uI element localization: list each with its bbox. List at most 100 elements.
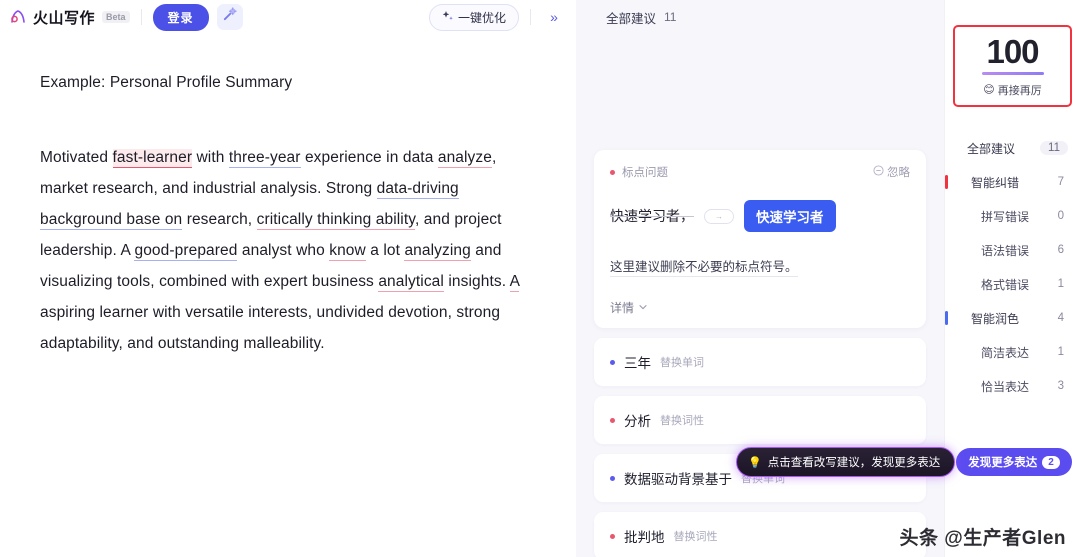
suggestions-panel: 全部建议 11 标点问题 忽略 快速学习者， → 快速学习者 这里建议删除不必要… [576,0,956,557]
document-editor[interactable]: Example: Personal Profile Summary Motiva… [0,34,576,557]
magic-wand-icon [222,7,237,27]
top-toolbar: 火山写作 Beta 登录 一键优化 » [0,0,576,34]
doc-highlight[interactable]: analyzing [404,242,471,261]
suggestion-word: 分析 [624,414,651,429]
category-count: 1 [1057,278,1064,290]
suggestion-list-item[interactable]: 分析 替换词性 [594,396,926,444]
suggestion-word: 批判地 [624,530,665,545]
suggestion-card-tag-label: 标点问题 [622,167,668,179]
score-sidebar: 100 😊 再接再厉 全部建议 11 智能纠错 7 拼写错误 0 语法错误 6 格式错误 1 智能润… [944,0,1080,557]
doc-highlight[interactable]: good-prepared [134,242,238,261]
category-count: 0 [1057,210,1064,222]
category-count: 11 [1040,141,1068,155]
suggestion-kind: 替换词性 [673,531,718,543]
score-progress-bar [981,71,1044,75]
score-caption-label: 再接再厉 [997,84,1042,97]
category-label: 语法错误 [981,243,1030,258]
category-row[interactable]: 格式错误 1 [945,267,1080,301]
magic-wand-button[interactable] [216,4,243,30]
doc-highlight[interactable]: analytical [378,273,444,292]
suggestions-list[interactable]: 标点问题 忽略 快速学习者， → 快速学习者 这里建议删除不必要的标点符号。 详… [576,34,944,557]
suggestion-word: 三年 [624,356,651,371]
issue-dot-icon [610,359,615,365]
category-row[interactable]: 恰当表达 3 [945,369,1080,403]
brand-logo[interactable]: 火山写作 Beta [8,7,130,28]
category-count: 6 [1057,244,1064,256]
suggestions-header: 全部建议 11 [576,0,944,34]
category-label: 恰当表达 [981,379,1030,394]
document-paragraph[interactable]: Motivated fast-learner with three-year e… [40,142,530,359]
doc-highlight[interactable]: fast-learner [112,149,193,168]
suggestion-kind: 替换词性 [660,415,704,427]
category-row[interactable]: 智能润色 4 [945,301,1080,335]
suggestion-word: 数据驱动背景基于 [624,472,732,487]
category-row[interactable]: 拼写错误 0 [945,199,1080,233]
ignore-label: 忽略 [887,167,910,179]
issue-dot-icon [610,417,615,423]
doc-text: analyst who [237,242,330,259]
suggestion-fix-row: 快速学习者， → 快速学习者 [610,200,910,232]
app-root: 火山写作 Beta 登录 一键优化 » Example: Personal Pr… [0,0,1080,557]
category-row[interactable]: 语法错误 6 [945,233,1080,267]
apply-replacement-button[interactable]: 快速学习者 [744,200,836,232]
category-label: 全部建议 [967,141,1016,156]
doc-text: experience in data [300,149,438,166]
volcano-logo-icon [8,7,28,27]
doc-highlight[interactable]: critically thinking ability [256,211,415,230]
doc-text: insights. [443,273,510,290]
arrow-right-icon: → [704,208,734,224]
suggestion-card[interactable]: 标点问题 忽略 快速学习者， → 快速学习者 这里建议删除不必要的标点符号。 详… [594,150,926,328]
suggestion-details-toggle[interactable]: 详情 [610,299,910,316]
category-row[interactable]: 简洁表达 1 [945,335,1080,369]
suggestion-list-item[interactable]: 三年 替换单词 [594,338,926,386]
document-title: Example: Personal Profile Summary [40,74,293,91]
doc-text: Motivated [40,149,113,166]
score-emoji-icon: 😊 [983,84,995,96]
doc-highlight[interactable]: A [509,273,520,292]
category-label: 简洁表达 [981,345,1030,360]
suggestions-header-label: 全部建议 [606,11,657,26]
toolbar-divider-2 [530,9,531,25]
suggestions-header-count: 11 [664,10,677,24]
one-click-optimize-button[interactable]: 一键优化 [428,3,519,31]
chevron-down-icon [638,301,648,315]
toolbar-divider [140,9,142,25]
score-value: 100 [986,32,1039,70]
category-count: 4 [1057,312,1064,324]
doc-highlight[interactable]: know [329,242,366,261]
suggestion-card-header: 标点问题 忽略 [610,164,910,180]
issue-dot-icon [610,475,615,481]
issue-dot-icon [610,533,615,539]
discover-more-button[interactable]: 发现更多表达 2 [956,448,1072,476]
category-color-bar [945,175,948,189]
rewrite-hint-tooltip[interactable]: 💡 点击查看改写建议，发现更多表达 [736,447,956,477]
category-row[interactable]: 智能纠错 7 [945,165,1080,199]
doc-text: aspiring learner with versatile interest… [40,304,501,352]
doc-text: research, [182,211,257,228]
suggestion-list-item[interactable]: 批判地 替换词性 [594,512,926,557]
ignore-button[interactable]: 忽略 [873,164,910,180]
suggestion-kind: 替换单词 [660,357,704,369]
category-label: 拼写错误 [981,209,1030,224]
login-button[interactable]: 登录 [152,3,209,31]
category-count: 7 [1057,176,1064,188]
watermark: 头条 @生产者Glen [899,528,1066,549]
category-label: 智能纠错 [971,175,1020,190]
suggestion-description: 这里建议删除不必要的标点符号。 [610,256,798,277]
brand-name: 火山写作 [33,9,96,27]
category-row[interactable]: 全部建议 11 [945,131,1080,165]
doc-text: a lot [365,242,405,259]
details-label: 详情 [610,301,635,315]
sparkle-icon [442,10,454,25]
score-box: 100 😊 再接再厉 [953,25,1072,107]
discover-label: 发现更多表达 [968,457,1038,469]
optimize-label: 一键优化 [457,10,506,25]
tooltip-text: 点击查看改写建议，发现更多表达 [767,457,941,469]
doc-highlight[interactable]: analyze [437,149,492,168]
collapse-panel-button[interactable]: » [542,5,566,29]
doc-text: with [192,149,229,166]
doc-highlight[interactable]: three-year [228,149,301,168]
editor-column: 火山写作 Beta 登录 一键优化 » Example: Personal Pr… [0,0,576,557]
category-count: 1 [1057,346,1064,358]
category-label: 格式错误 [981,277,1030,292]
